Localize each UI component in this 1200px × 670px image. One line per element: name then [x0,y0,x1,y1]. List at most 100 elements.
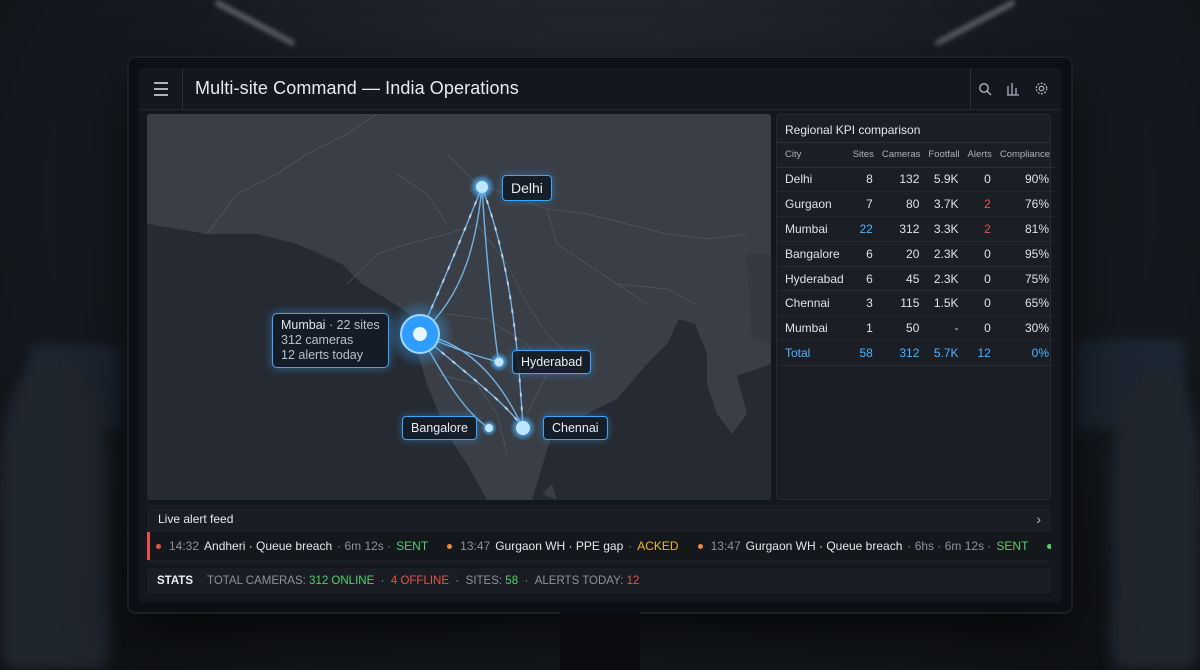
stats-separator: · [380,575,385,587]
search-button[interactable] [971,68,999,110]
chevron-right-icon[interactable]: › [1036,511,1041,527]
stats-separator: · [455,575,460,587]
table-row[interactable]: Gurgaon 7 80 3.7K 2 76% [777,191,1055,218]
table-cell: 80 [877,191,925,218]
hamburger-icon [153,80,168,98]
table-cell: 3.7K [924,191,964,218]
chart-icon [1007,82,1019,96]
table-cell: Total [777,340,849,366]
table-row[interactable]: Hyderabad 6 45 2.3K 0 75% [777,266,1055,292]
search-icon [979,82,992,95]
table-cell: Mumbai [777,216,849,242]
alert-status: ACKED [637,539,679,553]
monitor-stand [560,612,640,670]
table-cell: 0 [963,315,996,342]
alert-text: Andheri · Queue breach [204,539,333,553]
alert-status: SENT [996,539,1029,553]
table-cell: Bangalore [777,241,849,267]
table-cell: 7 [848,191,878,218]
table-cell: 81% [995,216,1055,242]
top-bar: Multi-site Command — India Operations [139,68,1061,110]
table-cell: 95% [995,241,1055,267]
table-cell: 1.5K [924,290,964,317]
alert-status: SENT [396,539,429,553]
table-row[interactable]: Delhi 8 132 5.9K 0 90% [777,167,1055,193]
settings-button[interactable] [1027,68,1055,110]
column-header[interactable]: Sites [848,143,878,168]
column-header[interactable]: Alerts [963,143,996,168]
table-cell: 1 [848,315,878,342]
table-cell: 0 [963,290,996,317]
stats-sites: 58 [505,575,519,587]
alert-ticker: 14:32 Andheri · Queue breach · 6m 12s · SEN… [147,532,1051,560]
kpi-title: Regional KPI comparison [777,115,1050,143]
status-dot-icon [447,543,453,549]
stats-bar: STATS TOTAL CAMERAS: 312 ONLINE · 4 OFFL… [147,568,1051,594]
analytics-button[interactable] [999,68,1027,110]
column-header[interactable]: Cameras [877,143,925,168]
mumbai-card-alerts: 12 alerts today [281,348,363,362]
mumbai-card-name: Mumbai [281,318,326,332]
alert-item[interactable]: 13:45 [1047,539,1051,553]
city-label-hyderabad[interactable]: Hyderabad [512,350,592,374]
stats-alerts-label: ALERTS TODAY: [534,575,624,587]
column-header[interactable]: City [777,143,849,168]
table-cell: 0 [963,241,996,267]
table-cell: 50 [877,315,925,342]
connection-arcs [386,174,536,441]
table-cell: - [924,315,964,342]
stats-alerts: 12 [626,575,640,587]
page-title: Multi-site Command — India Operations [195,78,519,98]
ceiling-light [933,0,1017,47]
table-cell: 312 [877,216,925,242]
table-cell: 76% [995,191,1055,218]
kpi-panel: Regional KPI comparison City Sites Camer… [776,114,1055,500]
mumbai-card-title: Mumbai · 22 sites [281,318,380,333]
kpi-total-row[interactable]: Total 58 312 5.7K 12 0% [777,340,1055,366]
status-dot-icon [697,543,703,549]
toolbar-icons [970,68,1061,110]
alert-item[interactable]: 13:47 Gurgaon WH · Queue breach · 6hs · 6m… [697,539,1034,553]
table-cell: 45 [877,266,925,292]
table-cell: 2.3K [924,241,964,267]
menu-button[interactable] [139,68,183,110]
city-label-bangalore[interactable]: Bangalore [402,416,477,440]
ceiling-light [213,0,297,47]
stats-cameras-label: TOTAL CAMERAS: [207,575,306,587]
table-row[interactable]: Mumbai 22 312 3.3K 2 81% [777,216,1055,242]
table-cell: Hyderabad [777,266,849,292]
alert-time: 14:32 [169,539,200,553]
stats-cameras-online: 312 ONLINE [309,575,375,587]
table-cell: 20 [877,241,925,267]
table-cell: 0% [995,340,1055,366]
dashboard-screen: Multi-site Command — India Operations De… [139,68,1061,602]
stats-sites-label: SITES: [465,575,503,587]
alert-feed-title: Live alert feed [158,511,234,526]
table-cell: 5.9K [924,167,964,193]
table-cell: 6 [848,266,878,292]
alert-item[interactable]: 13:47 Gurgaon WH · PPE gap · ACKED [447,539,683,553]
stats-label: STATS [157,575,193,587]
status-dot-icon [1047,543,1051,549]
mumbai-info-card[interactable]: Mumbai · 22 sites 312 cameras 12 alerts … [272,313,389,368]
alert-feed-header[interactable]: Live alert feed › [147,505,1051,532]
alert-item[interactable]: 14:32 Andheri · Queue breach · 6m 12s · SEN… [156,539,433,553]
background-person [0,360,110,670]
alert-time: 13:47 [460,539,491,553]
table-cell: 3.3K [924,216,964,242]
column-header[interactable]: Footfall [924,143,964,168]
table-cell: 22 [848,216,878,242]
stats-offline: 4 OFFLINE [390,575,450,587]
table-cell: 30% [995,315,1055,342]
table-cell: 8 [848,167,878,193]
column-header[interactable]: Compliance [995,143,1055,168]
city-label-chennai[interactable]: Chennai [543,416,608,440]
table-cell: Delhi [777,167,849,193]
table-row[interactable]: Bangalore 6 20 2.3K 0 95% [777,241,1055,267]
city-label-delhi[interactable]: Delhi [502,175,552,201]
table-row[interactable]: Mumbai 1 50-0 30% [777,315,1055,342]
table-cell: 6 [848,241,878,267]
table-row[interactable]: Chennai 3 115 1.5K 0 65% [777,290,1055,317]
map-panel[interactable]: Delhi Hyderabad Bangalore Chennai Mumbai… [147,114,771,500]
alert-time: 13:47 [710,539,741,553]
